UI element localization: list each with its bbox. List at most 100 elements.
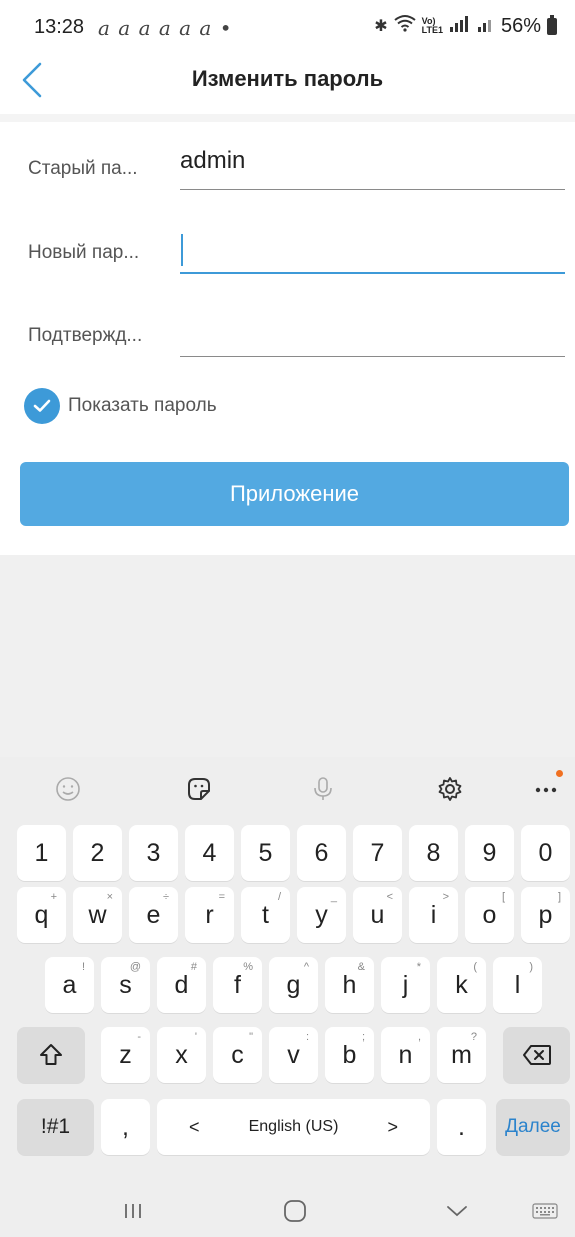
key-k[interactable]: k(: [437, 957, 486, 1013]
signal-icon-2: [477, 15, 495, 38]
apply-button[interactable]: Приложение: [20, 462, 569, 526]
key-sub-label: (: [473, 961, 477, 973]
key-label: k: [455, 970, 468, 999]
key-g[interactable]: g ^: [269, 957, 318, 1013]
key-e[interactable]: e ÷: [129, 887, 178, 943]
key-sub-label: ": [249, 1031, 253, 1043]
key-sub-label: ^: [303, 961, 309, 973]
key-0[interactable]: 0: [521, 825, 570, 881]
key-sub-label: ,: [417, 1031, 421, 1043]
key-label: v: [287, 1040, 300, 1069]
key-q[interactable]: q +: [17, 887, 66, 943]
key-5[interactable]: 5: [241, 825, 290, 881]
key-sub-label: !: [81, 961, 85, 973]
wifi-icon: [394, 14, 416, 38]
key-sub-label: +: [50, 891, 57, 903]
key-label: e: [146, 900, 161, 929]
key-n[interactable]: n,: [381, 1027, 430, 1083]
key-d[interactable]: d #: [157, 957, 206, 1013]
key-h[interactable]: h &: [325, 957, 374, 1013]
old-password-field[interactable]: [180, 139, 565, 190]
key-a[interactable]: a!: [45, 957, 94, 1013]
key-label: w: [88, 900, 107, 929]
space-key[interactable]: < English (US) >: [157, 1099, 430, 1155]
key-6[interactable]: 6: [297, 825, 346, 881]
hide-keyboard-icon[interactable]: [440, 1195, 474, 1227]
key-sub-label: ?: [470, 1031, 477, 1043]
key-c[interactable]: c ": [213, 1027, 262, 1083]
status-time: 13:28: [34, 16, 85, 38]
key-l[interactable]: l): [493, 957, 542, 1013]
key-r[interactable]: r =: [185, 887, 234, 943]
next-key[interactable]: Далее: [496, 1099, 570, 1155]
key-p[interactable]: p]: [521, 887, 570, 943]
period-key[interactable]: .: [437, 1099, 486, 1155]
key-sub-label: ': [194, 1031, 197, 1043]
checkmark-icon: [24, 388, 60, 424]
backspace-key[interactable]: [503, 1027, 570, 1083]
key-v[interactable]: v:: [269, 1027, 318, 1083]
volte-lte-icon: Vo) LTE1: [421, 16, 443, 35]
settings-gear-icon[interactable]: [434, 773, 466, 805]
key-8[interactable]: 8: [409, 825, 458, 881]
key-u[interactable]: u <: [353, 887, 402, 943]
symbols-key[interactable]: !#1: [17, 1099, 94, 1155]
home-icon[interactable]: [278, 1195, 312, 1227]
app-header: Изменить пароль: [0, 52, 575, 114]
key-o[interactable]: o[: [465, 887, 514, 943]
key-7[interactable]: 7: [353, 825, 402, 881]
key-w[interactable]: w ×: [73, 887, 122, 943]
more-options-icon[interactable]: [530, 770, 563, 805]
key-f[interactable]: f%: [213, 957, 262, 1013]
microphone-icon[interactable]: [307, 773, 339, 805]
key-sub-label: <: [386, 891, 393, 903]
text-caret: [181, 234, 183, 266]
key-label: p: [538, 900, 553, 929]
new-password-row: Новый пар...: [28, 222, 565, 274]
key-i[interactable]: i >: [409, 887, 458, 943]
key-j[interactable]: j *: [381, 957, 430, 1013]
key-label: c: [231, 1040, 244, 1069]
keyboard-switch-icon[interactable]: [528, 1195, 562, 1227]
show-password-toggle[interactable]: Показать пароль: [24, 388, 217, 424]
key-9[interactable]: 9: [465, 825, 514, 881]
key-sub-label: ÷: [162, 891, 169, 903]
key-label: j: [402, 970, 409, 999]
key-label: z: [119, 1040, 132, 1069]
key-sub-label: /: [277, 891, 281, 903]
system-nav-bar: [0, 1185, 575, 1237]
key-b[interactable]: b;: [325, 1027, 374, 1083]
confirm-password-field[interactable]: [180, 306, 565, 357]
key-label: r: [205, 900, 214, 929]
key-3[interactable]: 3: [129, 825, 178, 881]
key-sub-label: >: [442, 891, 449, 903]
recent-apps-icon[interactable]: [116, 1195, 150, 1227]
status-bar: 13:28 a a a a a a • ✱ Vo) LTE1 56%: [0, 0, 575, 52]
key-label: u: [370, 900, 385, 929]
comma-key[interactable]: ,: [101, 1099, 150, 1155]
key-sub-label: =: [218, 891, 225, 903]
key-y[interactable]: y _: [297, 887, 346, 943]
key-t[interactable]: t /: [241, 887, 290, 943]
key-m[interactable]: m?: [437, 1027, 486, 1083]
sticker-icon[interactable]: [183, 773, 215, 805]
key-label: f: [234, 970, 241, 999]
new-password-field[interactable]: [180, 222, 565, 274]
old-password-row: Старый па...: [28, 139, 565, 190]
key-sub-label: :: [305, 1031, 309, 1043]
key-s[interactable]: s @: [101, 957, 150, 1013]
key-4[interactable]: 4: [185, 825, 234, 881]
shift-key[interactable]: [17, 1027, 85, 1083]
key-sub-label: ;: [361, 1031, 365, 1043]
bluetooth-icon: ✱: [374, 18, 388, 35]
key-sub-label: [: [501, 891, 505, 903]
key-z[interactable]: z-: [101, 1027, 150, 1083]
key-1[interactable]: 1: [17, 825, 66, 881]
key-x[interactable]: x ': [157, 1027, 206, 1083]
key-2[interactable]: 2: [73, 825, 122, 881]
shift-arrow-icon: [40, 1044, 62, 1065]
key-sub-label: @: [129, 961, 141, 973]
key-sub-label: ×: [106, 891, 113, 903]
emoji-icon[interactable]: [52, 773, 84, 805]
status-right: ✱ Vo) LTE1 56%: [374, 14, 557, 38]
